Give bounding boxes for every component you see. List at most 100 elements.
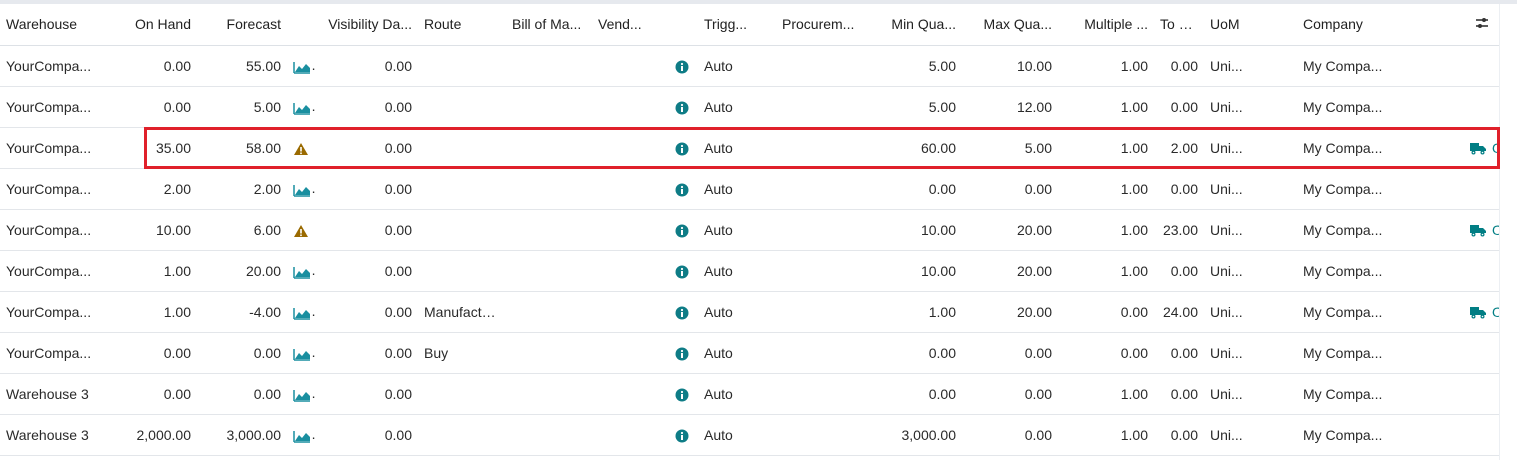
cell-forecast[interactable]: 0.00 [197,332,287,374]
chart-icon[interactable] [293,344,311,361]
col-header-uom[interactable]: UoM [1204,4,1297,46]
cell-route[interactable] [418,86,506,128]
cell-trigger[interactable]: Auto [698,209,776,251]
info-icon[interactable] [675,303,689,320]
cell-uom[interactable]: Uni... [1204,291,1297,333]
cell-warehouse[interactable]: YourCompa... [0,45,117,87]
cell-multiple[interactable]: 0.00 [1058,332,1154,374]
cell-bill-of-materials[interactable] [506,332,592,374]
cell-min-qty[interactable]: 10.00 [872,250,962,292]
cell-bill-of-materials[interactable] [506,168,592,210]
cell-visibility-days[interactable]: 0.00 [315,127,418,169]
table-row[interactable]: YourCompa... 1.00 20.00 0.00 Auto 10.00 20.00 1… [0,250,1499,292]
col-header-company[interactable]: Company [1297,4,1464,46]
cell-procurement[interactable] [776,168,872,210]
col-header-bill-of-materials[interactable]: Bill of Ma... [506,4,592,46]
cell-bill-of-materials[interactable] [506,373,592,415]
cell-multiple[interactable]: 1.00 [1058,45,1154,87]
cell-on-hand[interactable]: 2,000.00 [117,414,197,456]
cell-trigger[interactable]: Auto [698,332,776,374]
cell-forecast[interactable]: 6.00 [197,209,287,251]
chart-icon[interactable] [293,385,311,402]
cell-visibility-days[interactable]: 0.00 [315,373,418,415]
col-header-route[interactable]: Route [418,4,506,46]
cell-route[interactable] [418,373,506,415]
cell-to-order[interactable]: 0.00 [1154,332,1204,374]
cell-min-qty[interactable]: 10.00 [872,209,962,251]
cell-min-qty[interactable]: 0.00 [872,332,962,374]
cell-min-qty[interactable]: 0.00 [872,168,962,210]
order-once-button[interactable]: Order Once [1470,222,1499,238]
table-row[interactable]: YourCompa... 10.00 6.00 0.00 Auto 10.00 20.00 1… [0,209,1499,251]
col-header-min-qty[interactable]: Min Qua... [872,4,962,46]
cell-trigger[interactable]: Auto [698,127,776,169]
cell-trigger[interactable]: Auto [698,168,776,210]
info-icon[interactable] [675,98,689,115]
cell-visibility-days[interactable]: 0.00 [315,291,418,333]
cell-vendor[interactable] [592,45,665,87]
cell-on-hand[interactable]: 10.00 [117,209,197,251]
cell-vendor[interactable] [592,373,665,415]
cell-company[interactable]: My Compa... [1297,373,1464,415]
cell-to-order[interactable]: 23.00 [1154,209,1204,251]
cell-visibility-days[interactable]: 0.00 [315,209,418,251]
cell-on-hand[interactable]: 0.00 [117,45,197,87]
forecast-graph-cell[interactable] [287,414,315,456]
info-cell[interactable] [665,250,698,292]
cell-procurement[interactable] [776,45,872,87]
table-row[interactable]: Warehouse 3 2,000.00 3,000.00 0.00 Auto 3,000… [0,414,1499,456]
cell-company[interactable]: My Compa... [1297,45,1464,87]
forecast-graph-cell[interactable] [287,250,315,292]
cell-procurement[interactable] [776,86,872,128]
col-header-multiple[interactable]: Multiple ... [1058,4,1154,46]
cell-forecast[interactable]: 5.00 [197,86,287,128]
cell-company[interactable]: My Compa... [1297,291,1464,333]
cell-route[interactable] [418,209,506,251]
cell-trigger[interactable]: Auto [698,45,776,87]
cell-on-hand[interactable]: 1.00 [117,250,197,292]
table-row[interactable]: YourCompa... 0.00 55.00 0.00 Auto 5.00 10.00 1.… [0,45,1499,87]
cell-multiple[interactable]: 1.00 [1058,414,1154,456]
cell-route[interactable] [418,45,506,87]
cell-vendor[interactable] [592,86,665,128]
sliders-icon[interactable] [1474,17,1490,33]
chart-icon[interactable] [293,303,311,320]
cell-max-qty[interactable]: 10.00 [962,45,1058,87]
info-icon[interactable] [675,385,689,402]
cell-procurement[interactable] [776,127,872,169]
cell-route[interactable] [418,127,506,169]
info-icon[interactable] [675,57,689,74]
table-row[interactable]: YourCompa... 35.00 58.00 0.00 Auto 60.00 5.00 1… [0,127,1499,169]
cell-uom[interactable]: Uni... [1204,414,1297,456]
cell-warehouse[interactable]: YourCompa... [0,250,117,292]
cell-multiple[interactable]: 1.00 [1058,86,1154,128]
info-cell[interactable] [665,209,698,251]
cell-procurement[interactable] [776,414,872,456]
cell-warehouse[interactable]: Warehouse 3 [0,414,117,456]
cell-min-qty[interactable]: 5.00 [872,86,962,128]
chart-icon[interactable] [293,426,311,443]
cell-multiple[interactable]: 1.00 [1058,168,1154,210]
col-header-max-qty[interactable]: Max Qua... [962,4,1058,46]
cell-min-qty[interactable]: 60.00 [872,127,962,169]
cell-uom[interactable]: Uni... [1204,250,1297,292]
cell-to-order[interactable]: 0.00 [1154,168,1204,210]
cell-route[interactable] [418,168,506,210]
order-once-button[interactable]: Order Once [1470,140,1499,156]
cell-bill-of-materials[interactable] [506,127,592,169]
cell-company[interactable]: My Compa... [1297,209,1464,251]
cell-trigger[interactable]: Auto [698,414,776,456]
forecast-graph-cell[interactable] [287,168,315,210]
cell-max-qty[interactable]: 0.00 [962,332,1058,374]
cell-vendor[interactable] [592,332,665,374]
cell-max-qty[interactable]: 20.00 [962,209,1058,251]
col-header-procurement[interactable]: Procurem... [776,4,872,46]
cell-warehouse[interactable]: YourCompa... [0,291,117,333]
cell-bill-of-materials[interactable] [506,86,592,128]
cell-uom[interactable]: Uni... [1204,86,1297,128]
cell-multiple[interactable]: 1.00 [1058,250,1154,292]
info-cell[interactable] [665,127,698,169]
cell-to-order[interactable]: 0.00 [1154,250,1204,292]
cell-max-qty[interactable]: 20.00 [962,291,1058,333]
cell-uom[interactable]: Uni... [1204,45,1297,87]
